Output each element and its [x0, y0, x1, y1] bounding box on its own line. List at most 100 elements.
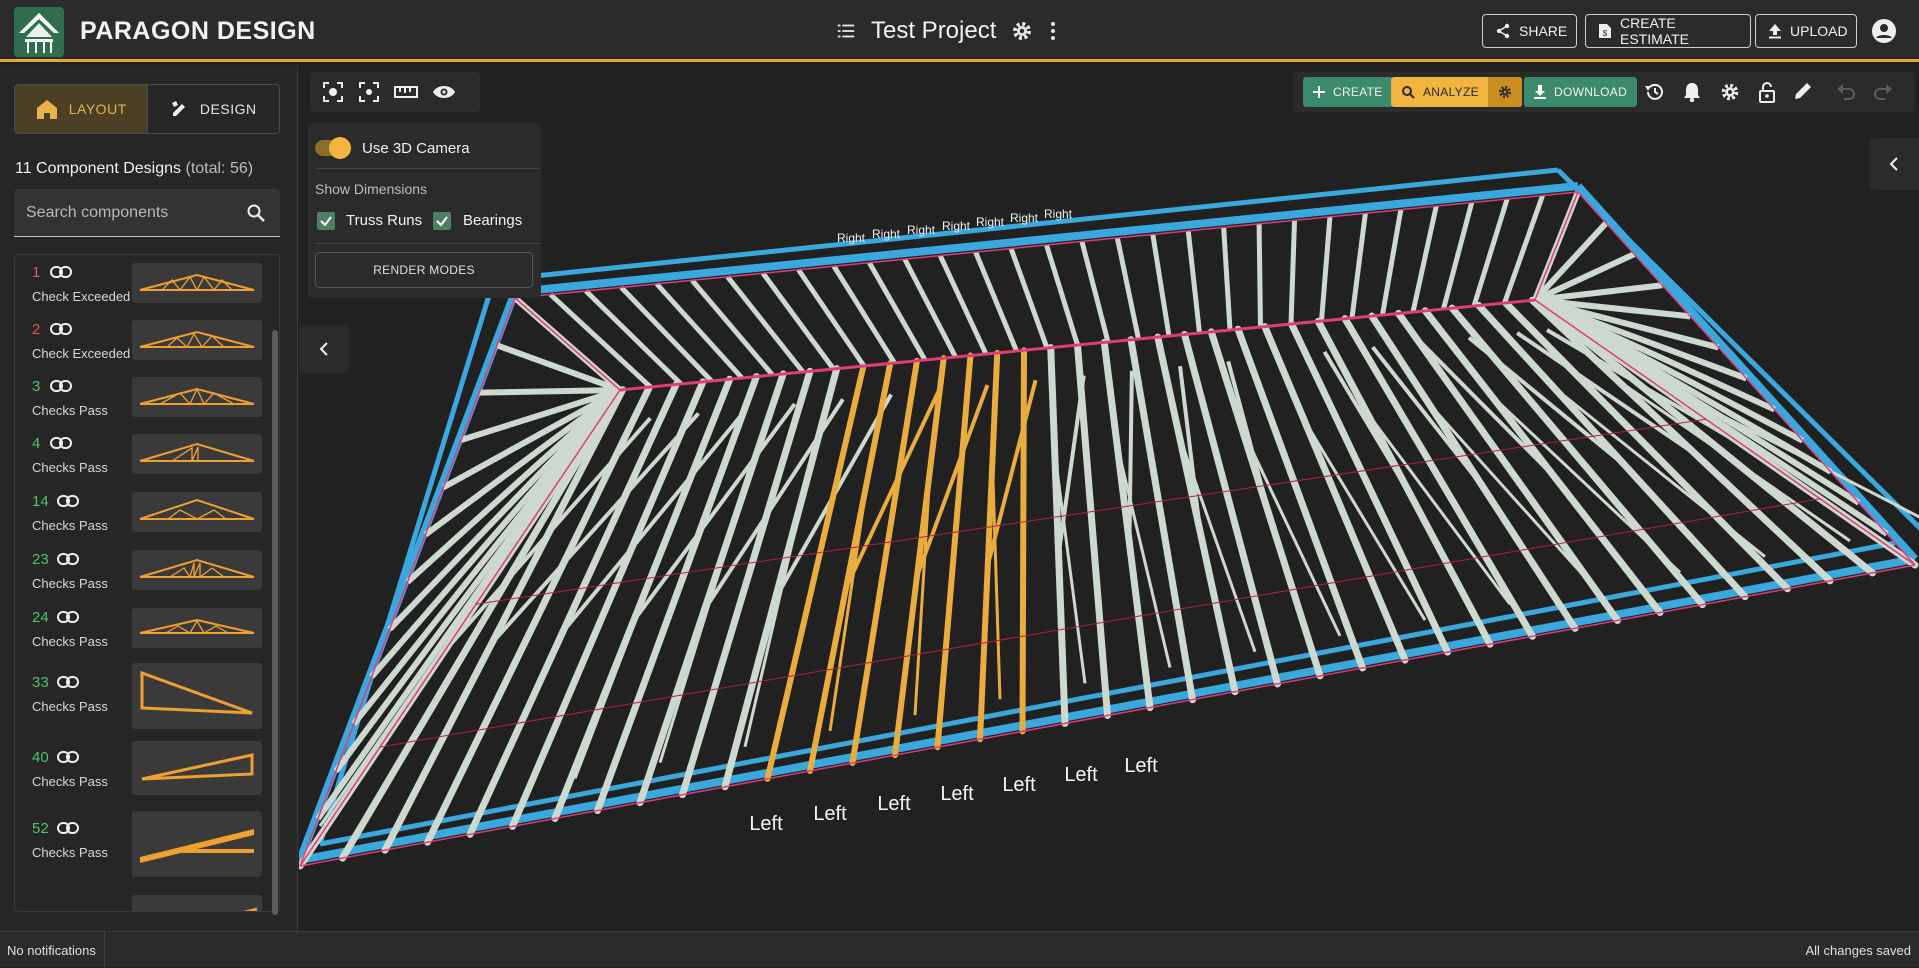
truss-top-chord: [1528, 296, 1834, 585]
component-status: Checks Pass: [32, 634, 108, 649]
3d-camera-toggle[interactable]: [315, 137, 351, 159]
tab-design-label: DESIGN: [199, 101, 257, 117]
truss-web: [1226, 360, 1274, 522]
component-status: Checks Pass: [32, 518, 108, 533]
component-number: 4: [32, 435, 41, 452]
truss-label-left: Left: [1124, 755, 1158, 777]
truss-back-chord: [1044, 244, 1080, 346]
link-icon[interactable]: [57, 611, 79, 623]
truss-label-right: Right: [976, 215, 1005, 229]
truss-thumbnail: [132, 608, 262, 648]
share-icon: [1495, 23, 1511, 39]
tab-design[interactable]: DESIGN: [148, 85, 280, 133]
truss-web: [1127, 370, 1134, 544]
truss-top-chord: [339, 386, 624, 862]
truss-back-chord: [654, 282, 744, 380]
upload-button[interactable]: UPLOAD: [1755, 14, 1857, 48]
link-icon[interactable]: [57, 553, 79, 565]
search-input[interactable]: [26, 189, 236, 237]
bearings-checkbox[interactable]: [433, 212, 451, 230]
truss-thumbnail: [132, 377, 262, 417]
expand-right-panel-button[interactable]: [1869, 138, 1919, 190]
truss-back-chord: [1221, 227, 1233, 331]
history-icon[interactable]: [1644, 81, 1666, 103]
list-item[interactable]: 33 Checks Pass: [15, 657, 279, 735]
list-item[interactable]: 1 Check Exceeded: [15, 255, 279, 312]
list-item[interactable]: 3 Checks Pass: [15, 369, 279, 426]
zoom-extents-icon[interactable]: [322, 81, 344, 103]
hip-jack: [496, 342, 622, 393]
eye-icon[interactable]: [432, 84, 456, 100]
truss-thumbnail: [132, 492, 262, 532]
link-icon[interactable]: [50, 380, 72, 392]
analyze-settings-gear-icon[interactable]: [1488, 77, 1522, 107]
list-item[interactable]: 14 Checks Pass: [15, 483, 279, 541]
truss-web: [990, 461, 1002, 700]
link-icon[interactable]: [50, 266, 72, 278]
more-vert-icon[interactable]: [1048, 20, 1058, 42]
create-button[interactable]: CREATE: [1303, 77, 1393, 107]
hip-jack: [1532, 221, 1609, 303]
account-circle-icon[interactable]: [1871, 18, 1897, 44]
create-estimate-button[interactable]: $ CREATE ESTIMATE: [1585, 14, 1751, 48]
component-status: Checks Pass: [32, 699, 108, 714]
link-icon[interactable]: [50, 323, 72, 335]
focus-icon[interactable]: [358, 81, 380, 103]
list-icon[interactable]: [835, 20, 857, 42]
truss-web: [1302, 419, 1427, 621]
settings-gear-icon[interactable]: [1719, 81, 1741, 103]
component-number: 1: [32, 264, 41, 281]
truss-thumbnail: [132, 741, 262, 795]
view-tools: [310, 72, 480, 112]
truss-thumbnail: [132, 320, 262, 360]
list-item[interactable]: 23 Checks Pass: [15, 541, 279, 599]
list-item[interactable]: 4 Checks Pass: [15, 426, 279, 483]
analyze-button[interactable]: ANALYZE: [1391, 77, 1522, 107]
mode-tabs: LAYOUT DESIGN: [14, 84, 280, 134]
collapse-left-panel-button[interactable]: [299, 325, 349, 373]
truss-top-chord: [849, 357, 920, 767]
search-icon[interactable]: [246, 203, 266, 223]
truss-top-chord: [636, 370, 787, 807]
list-scrollbar[interactable]: [272, 330, 278, 915]
list-item[interactable]: 52 Checks Pass: [15, 805, 279, 883]
component-number: 14: [32, 493, 49, 510]
redo-icon[interactable]: [1873, 81, 1893, 101]
design-edit-icon: [170, 99, 190, 119]
share-button[interactable]: SHARE: [1482, 14, 1577, 48]
undo-icon[interactable]: [1836, 81, 1856, 101]
truss-back-chord: [1380, 209, 1404, 316]
render-modes-button[interactable]: RENDER MODES: [315, 252, 533, 288]
download-button[interactable]: DOWNLOAD: [1524, 77, 1638, 107]
truss-top-chord: [934, 352, 974, 751]
truss-back-chord: [1502, 194, 1545, 304]
project-title[interactable]: Test Project: [871, 17, 996, 45]
pencil-icon[interactable]: [1793, 81, 1813, 101]
link-icon[interactable]: [57, 495, 79, 507]
truss-label-left: Left: [813, 803, 847, 825]
list-item[interactable]: 2 Check Exceeded: [15, 312, 279, 369]
truss-thumbnail: [132, 550, 262, 590]
bell-icon[interactable]: [1682, 81, 1702, 103]
list-item[interactable]: 24 Checks Pass: [15, 599, 279, 657]
component-count-total: (total: 56): [185, 160, 254, 177]
list-item[interactable]: 40 Checks Pass: [15, 735, 279, 805]
lock-open-icon[interactable]: [1758, 81, 1776, 103]
list-item[interactable]: [15, 895, 279, 911]
ruler-icon[interactable]: [394, 84, 418, 100]
link-icon[interactable]: [57, 822, 79, 834]
notification-status[interactable]: No notifications: [7, 943, 96, 958]
truss-label-left: Left: [877, 793, 911, 815]
truss-scene[interactable]: Right Right Right Right Right Right Right Left L…: [299, 65, 1919, 931]
tab-layout[interactable]: LAYOUT: [15, 85, 148, 133]
link-icon[interactable]: [50, 437, 72, 449]
truss-runs-checkbox[interactable]: [317, 212, 335, 230]
save-status: All changes saved: [1805, 943, 1911, 958]
project-settings-gear-icon[interactable]: [1010, 19, 1034, 43]
3d-viewport[interactable]: Right Right Right Right Right Right Right Left L…: [299, 65, 1919, 931]
3d-camera-label: Use 3D Camera: [362, 140, 470, 157]
truss-back-chord: [831, 264, 897, 365]
link-icon[interactable]: [57, 676, 79, 688]
paragon-logo[interactable]: [14, 7, 64, 57]
link-icon[interactable]: [57, 751, 79, 763]
